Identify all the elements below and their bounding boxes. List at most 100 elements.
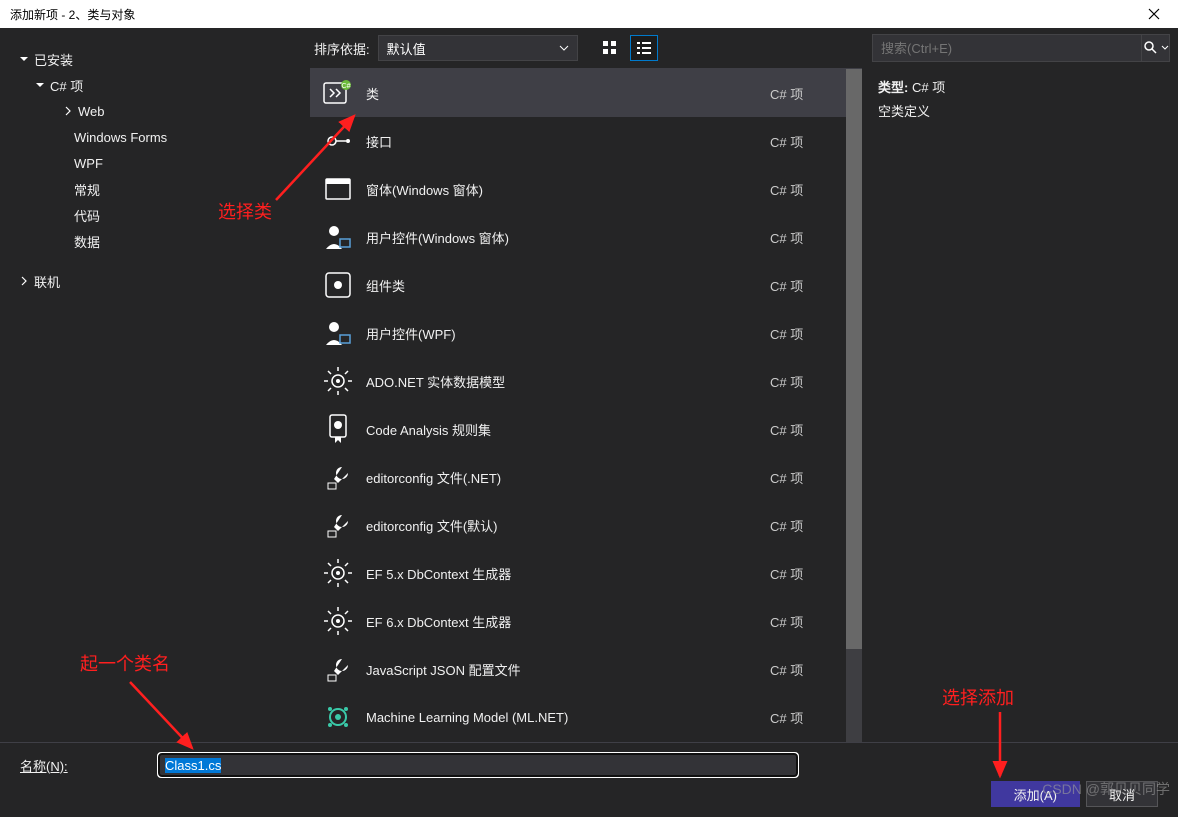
title-bar: 添加新项 - 2、类与对象 [0,0,1178,28]
template-icon [316,359,360,403]
template-name: 用户控件(Windows 窗体) [366,228,770,247]
tree-label: 常规 [74,180,100,199]
sort-label: 排序依据: [314,39,370,58]
template-icon [316,263,360,307]
template-icon [316,167,360,211]
template-row[interactable]: 组件类C# 项 [310,261,862,309]
tree-label: Windows Forms [74,130,167,145]
search-input[interactable] [873,41,1141,56]
template-row[interactable]: editorconfig 文件(默认)C# 项 [310,501,862,549]
chevron-down-icon [559,45,569,51]
template-tag: C# 项 [770,324,850,343]
template-row[interactable]: Machine Learning Model (ML.NET)C# 项 [310,693,862,741]
template-name: EF 6.x DbContext 生成器 [366,612,770,631]
template-icon [316,503,360,547]
scrollbar-track[interactable] [846,69,862,742]
tree-data[interactable]: 数据 [12,228,300,254]
template-name: Machine Learning Model (ML.NET) [366,710,770,725]
template-row[interactable]: 用户控件(WPF)C# 项 [310,309,862,357]
template-row[interactable]: Code Analysis 规则集C# 项 [310,405,862,453]
name-label: 名称(N): [16,756,146,775]
template-name: ADO.NET 实体数据模型 [366,372,770,391]
template-tag: C# 项 [770,276,850,295]
template-row[interactable]: 接口C# 项 [310,117,862,165]
tree-label: 数据 [74,232,100,251]
template-tag: C# 项 [770,84,850,103]
template-row[interactable]: 窗体(Windows 窗体)C# 项 [310,165,862,213]
template-row[interactable]: EF 5.x DbContext 生成器C# 项 [310,549,862,597]
template-name: 用户控件(WPF) [366,324,770,343]
tree-installed[interactable]: 已安装 [12,46,300,72]
search-box[interactable] [872,34,1170,62]
tree-label: Web [78,104,105,119]
template-tag: C# 项 [770,564,850,583]
type-value: C# 项 [912,80,945,95]
tree-code[interactable]: 代码 [12,202,300,228]
search-button[interactable] [1141,35,1169,61]
template-name: JavaScript JSON 配置文件 [366,660,770,679]
chevron-down-icon [18,53,30,65]
template-tag: C# 项 [770,516,850,535]
tree-wpf[interactable]: WPF [12,150,300,176]
window-title: 添加新项 - 2、类与对象 [10,6,135,23]
toolbar: 排序依据: 默认值 [308,28,864,68]
chevron-right-icon [62,105,74,117]
tree-label: WPF [74,156,103,171]
template-name: 窗体(Windows 窗体) [366,180,770,199]
template-row[interactable]: ADO.NET 实体数据模型C# 项 [310,357,862,405]
template-icon [316,647,360,691]
template-name: 组件类 [366,276,770,295]
type-label: 类型: [878,80,908,95]
template-tag: C# 项 [770,372,850,391]
scrollbar-thumb[interactable] [846,69,862,649]
tree-online[interactable]: 联机 [12,268,300,294]
tree-web[interactable]: Web [12,98,300,124]
template-tag: C# 项 [770,612,850,631]
chevron-down-icon [1161,45,1169,51]
template-tag: C# 项 [770,132,850,151]
template-icon [316,407,360,451]
name-input[interactable] [158,753,798,777]
tree-winforms[interactable]: Windows Forms [12,124,300,150]
tree-label: C# 项 [50,76,83,95]
template-name: editorconfig 文件(默认) [366,516,770,535]
template-tag: C# 项 [770,468,850,487]
view-medium-icons-button[interactable] [596,35,624,61]
category-tree: 已安装 C# 项 Web Windows Forms WPF 常规 代码 数据 … [0,28,308,742]
template-row[interactable]: 用户控件(Windows 窗体)C# 项 [310,213,862,261]
template-row[interactable]: editorconfig 文件(.NET)C# 项 [310,453,862,501]
close-button[interactable] [1134,0,1174,28]
template-row[interactable]: EF 6.x DbContext 生成器C# 项 [310,597,862,645]
template-row[interactable]: JavaScript JSON 配置文件C# 项 [310,645,862,693]
template-info: 类型: C# 项 空类定义 [872,74,1170,126]
tree-general[interactable]: 常规 [12,176,300,202]
template-icon [316,695,360,739]
sort-select[interactable]: 默认值 [378,35,578,61]
chevron-down-icon [34,79,46,91]
template-description: 空类定义 [878,100,1164,124]
sort-value: 默认值 [387,39,426,58]
view-list-button[interactable] [630,35,658,61]
template-name: editorconfig 文件(.NET) [366,468,770,487]
template-icon [316,119,360,163]
template-icon [316,599,360,643]
template-icon [316,455,360,499]
search-icon [1143,40,1159,56]
template-name: Code Analysis 规则集 [366,420,770,439]
template-tag: C# 项 [770,660,850,679]
template-name: 类 [366,84,770,103]
template-icon: C# [316,71,360,115]
template-row[interactable]: C# 类C# 项 [310,69,862,117]
template-name: 接口 [366,132,770,151]
svg-text:C#: C# [342,83,351,90]
template-list: C#类C# 项接口C# 项窗体(Windows 窗体)C# 项用户控件(Wind… [310,68,862,742]
tree-csharp[interactable]: C# 项 [12,72,300,98]
template-icon [316,551,360,595]
template-tag: C# 项 [770,228,850,247]
template-icon [316,215,360,259]
template-tag: C# 项 [770,180,850,199]
template-tag: C# 项 [770,420,850,439]
template-icon [316,311,360,355]
template-tag: C# 项 [770,708,850,727]
tree-label: 联机 [34,272,60,291]
